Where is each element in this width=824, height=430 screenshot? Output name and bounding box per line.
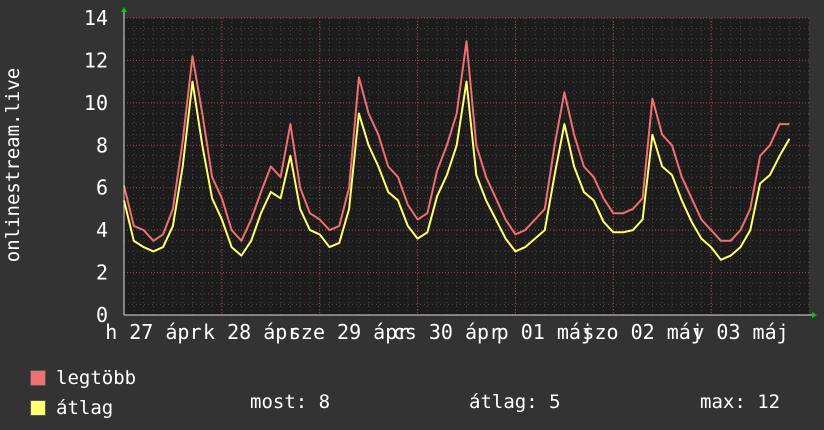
legend-swatch-avg	[30, 400, 46, 416]
x-tick-label: k 28 ápr	[203, 320, 299, 344]
x-tick-label: cs 30 ápr	[393, 320, 501, 344]
x-tick-label: v 03 máj	[692, 320, 788, 344]
y-axis-label: onlinestream.live	[2, 68, 24, 262]
stat-max: max: 12	[700, 391, 781, 413]
x-tick-labels: h 27 ápr k 28 áprsze 29 áprcs 30 áprp 01 …	[105, 320, 788, 344]
y-axis-arrow	[121, 7, 127, 12]
y-tick-label: 8	[96, 133, 108, 157]
legend-label-avg: átlag	[56, 397, 114, 419]
y-tick-label: 2	[96, 261, 108, 285]
legend-item-max: legtöbb	[30, 363, 136, 393]
x-axis-arrow	[812, 312, 817, 318]
y-tick-labels: 02468101214	[84, 6, 108, 327]
legend-swatch-max	[30, 370, 46, 386]
x-tick-label: sze 29 ápr	[289, 320, 409, 344]
stat-avg: átlag: 5	[469, 391, 561, 413]
y-tick-label: 12	[84, 48, 108, 72]
x-tick-label: szo 02 máj	[582, 320, 702, 344]
legend-item-avg: átlag	[30, 393, 136, 423]
legend-label-max: legtöbb	[56, 367, 137, 389]
legend: legtöbb átlag	[30, 363, 136, 423]
y-tick-label: 10	[84, 91, 108, 115]
y-tick-label: 4	[96, 218, 108, 242]
stat-now: most: 8	[250, 391, 331, 413]
x-tick-label: h 27 ápr	[105, 320, 201, 344]
x-tick-label: p 01 máj	[497, 320, 593, 344]
chart: 02468101214 h 27 ápr k 28 áprsze 29 áprcs…	[2, 6, 817, 344]
y-tick-label: 14	[84, 6, 108, 30]
y-tick-label: 6	[96, 176, 108, 200]
